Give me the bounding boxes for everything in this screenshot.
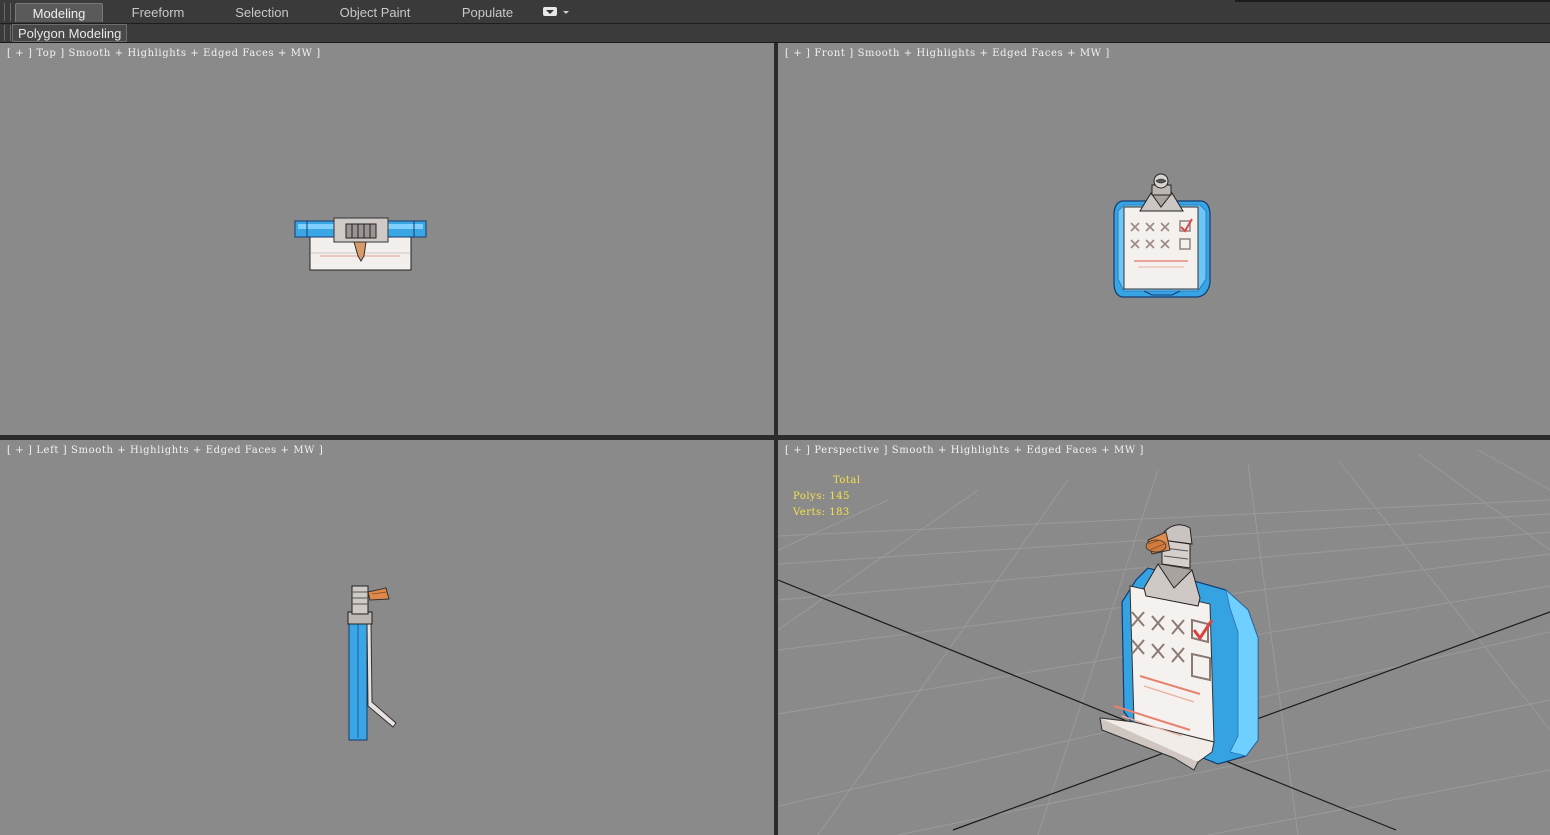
viewport-perspective[interactable]: [ + ] Perspective ] Smooth + Highlights … xyxy=(778,440,1550,835)
chevron-down-icon[interactable] xyxy=(563,11,569,14)
ribbon-options-icon[interactable] xyxy=(543,7,557,16)
tab-populate[interactable]: Populate xyxy=(450,3,525,22)
ribbon-panel-bar: Polygon Modeling xyxy=(0,24,1550,43)
tab-object-paint[interactable]: Object Paint xyxy=(330,3,420,22)
ribbon-grip[interactable] xyxy=(4,3,11,21)
ribbon-bar: Modeling Freeform Selection Object Paint… xyxy=(0,0,1550,24)
viewport-label-perspective[interactable]: [ + ] Perspective ] Smooth + Highlights … xyxy=(785,445,1144,456)
stats-header: Total xyxy=(833,475,861,486)
panel-grip[interactable] xyxy=(4,25,11,41)
viewport-top[interactable]: [ + ] Top ] Smooth + Highlights + Edged … xyxy=(0,43,774,435)
viewport-left[interactable]: [ + ] Left ] Smooth + Highlights + Edged… xyxy=(0,440,774,835)
front-view-model xyxy=(1113,173,1211,298)
viewport-front[interactable]: [ + ] Front ] Smooth + Highlights + Edge… xyxy=(778,43,1550,435)
tab-modeling[interactable]: Modeling xyxy=(15,3,103,22)
stats-polys: Polys: 145 xyxy=(793,491,850,502)
perspective-view-model xyxy=(1099,524,1259,771)
tab-selection[interactable]: Selection xyxy=(222,3,302,22)
ribbon-divider xyxy=(1235,0,1550,2)
left-view-model xyxy=(347,585,397,741)
polygon-modeling-panel-toggle[interactable]: Polygon Modeling xyxy=(12,24,128,42)
top-view-model xyxy=(294,217,427,271)
stats-verts: Verts: 183 xyxy=(793,507,850,518)
tab-freeform[interactable]: Freeform xyxy=(118,3,198,22)
